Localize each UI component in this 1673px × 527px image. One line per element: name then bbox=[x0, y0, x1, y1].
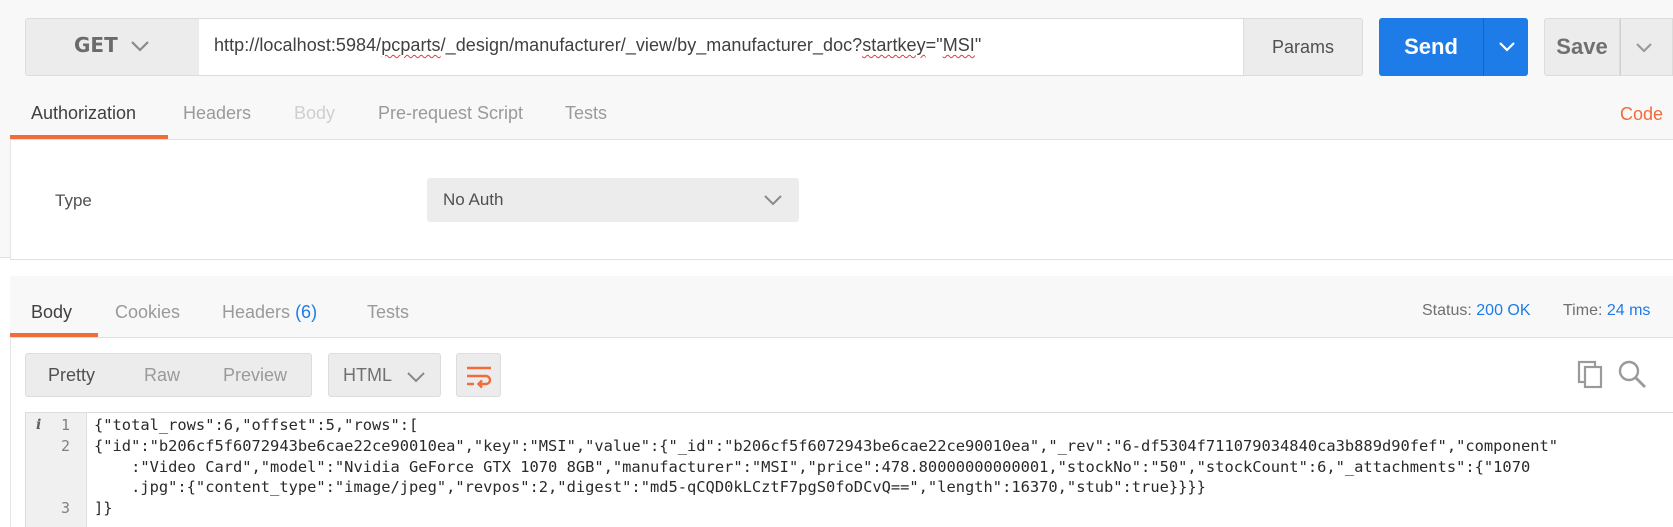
view-raw-button[interactable]: Raw bbox=[144, 365, 180, 386]
code-line: ]} bbox=[94, 499, 113, 517]
url-segment: MSI bbox=[942, 35, 975, 55]
tab-body[interactable]: Body bbox=[294, 103, 335, 124]
response-tab-body[interactable]: Body bbox=[31, 302, 72, 323]
params-button[interactable]: Params bbox=[1243, 18, 1363, 76]
auth-type-value: No Auth bbox=[443, 190, 504, 209]
code-line: :"Video Card","model":"Nvidia GeForce GT… bbox=[94, 458, 1531, 476]
response-tab-cookies[interactable]: Cookies bbox=[115, 302, 180, 323]
view-preview-button[interactable]: Preview bbox=[223, 365, 287, 386]
response-tab-tests[interactable]: Tests bbox=[367, 302, 409, 323]
line-number: 3 bbox=[60, 499, 70, 517]
auth-type-label: Type bbox=[55, 191, 92, 210]
save-button[interactable]: Save bbox=[1544, 18, 1620, 76]
tab-tests[interactable]: Tests bbox=[565, 103, 607, 124]
code-line: .jpg":{"content_type":"image/jpeg","revp… bbox=[94, 478, 1206, 496]
code-link[interactable]: Code bbox=[1620, 104, 1663, 125]
status-value: 200 OK bbox=[1476, 302, 1531, 319]
wrap-lines-icon bbox=[467, 366, 492, 389]
active-tab-indicator bbox=[10, 333, 98, 337]
response-tab-headers[interactable]: Headers (6) bbox=[222, 302, 317, 323]
tab-pre-request-script[interactable]: Pre-request Script bbox=[378, 103, 523, 124]
time-readout: Time: 24 ms bbox=[1563, 302, 1650, 320]
status-readout: Status: 200 OK bbox=[1422, 302, 1531, 320]
url-segment: pcparts bbox=[381, 35, 441, 55]
status-label: Status: bbox=[1422, 302, 1472, 319]
chevron-down-icon bbox=[131, 41, 149, 52]
headers-count-badge: (6) bbox=[295, 302, 318, 322]
chevron-down-icon bbox=[407, 372, 425, 383]
url-segment: startkey bbox=[862, 35, 926, 55]
send-button[interactable]: Send bbox=[1379, 18, 1483, 76]
chevron-down-icon bbox=[764, 195, 782, 206]
save-dropdown-button[interactable] bbox=[1620, 18, 1673, 76]
format-value: HTML bbox=[343, 365, 392, 385]
code-line: {"id":"b206cf5f6072943be6cae22ce90010ea"… bbox=[94, 437, 1559, 455]
wrap-lines-button[interactable] bbox=[456, 353, 501, 397]
response-tab-headers-label: Headers bbox=[222, 302, 291, 322]
view-pretty-button[interactable]: Pretty bbox=[48, 365, 95, 386]
copy-icon[interactable] bbox=[1575, 359, 1605, 389]
time-label: Time: bbox=[1563, 302, 1603, 319]
code-line: {"total_rows":6,"offset":5,"rows":[ bbox=[94, 416, 419, 434]
time-value: 24 ms bbox=[1606, 302, 1651, 319]
auth-panel bbox=[10, 140, 1673, 260]
url-segment: =" bbox=[925, 35, 943, 55]
url-segment: /_design/manufacturer/_view/by_manufactu… bbox=[440, 35, 863, 55]
url-segment: http://localhost:5984/ bbox=[214, 35, 382, 55]
line-number: 2 bbox=[60, 437, 70, 455]
url-text[interactable]: http://localhost:5984/pcparts/_design/ma… bbox=[214, 35, 981, 56]
chevron-down-icon bbox=[1636, 43, 1652, 53]
url-segment: " bbox=[974, 35, 982, 55]
method-label: GET bbox=[74, 33, 118, 57]
tab-headers[interactable]: Headers bbox=[183, 103, 251, 124]
search-icon[interactable] bbox=[1617, 359, 1647, 389]
line-number: 1 bbox=[60, 416, 70, 434]
send-dropdown-button[interactable] bbox=[1483, 18, 1528, 76]
info-icon: i bbox=[36, 417, 42, 433]
tab-authorization[interactable]: Authorization bbox=[31, 103, 136, 124]
chevron-down-icon bbox=[1499, 42, 1515, 52]
